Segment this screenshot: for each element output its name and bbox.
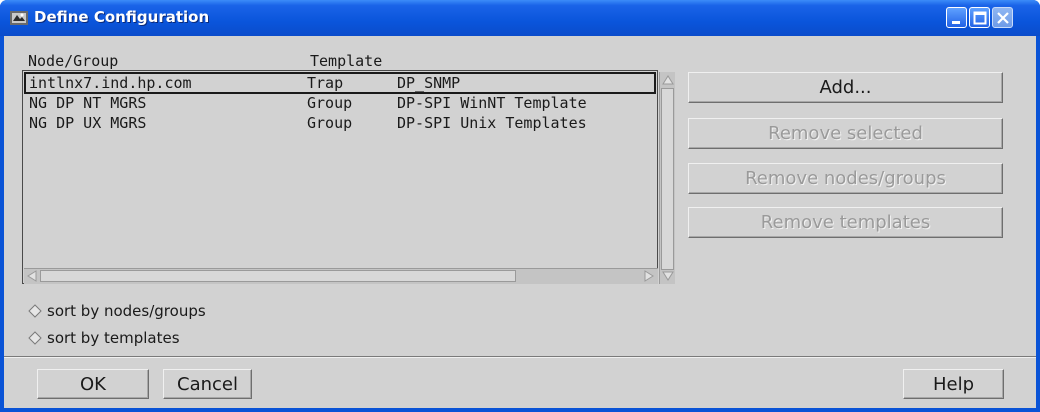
define-configuration-window: Define Configuration Node/Group Template… [0, 0, 1040, 412]
help-button[interactable]: Help [903, 369, 1004, 399]
remove-selected-button[interactable]: Remove selected [688, 118, 1003, 149]
title-bar[interactable]: Define Configuration [0, 0, 1040, 36]
scroll-right-icon[interactable] [642, 269, 656, 283]
column-header-node-group: Node/Group [28, 52, 119, 70]
row-node: intlnx7.ind.hp.com [29, 74, 192, 92]
row-node: NG DP NT MGRS [29, 94, 147, 112]
row-type: Group [307, 94, 353, 112]
radio-diamond-icon [28, 304, 42, 318]
add-button[interactable]: Add... [688, 72, 1003, 103]
list-row[interactable]: NG DP NT MGRS Group DP-SPI WinNT Templat… [25, 93, 655, 113]
sort-by-nodes-radio[interactable]: sort by nodes/groups [28, 301, 206, 321]
horizontal-scroll-thumb[interactable] [40, 270, 516, 282]
vertical-scrollbar[interactable] [659, 72, 675, 284]
remove-templates-button[interactable]: Remove templates [688, 207, 1003, 238]
cancel-button[interactable]: Cancel [163, 369, 252, 399]
column-header-template: Template [310, 52, 383, 70]
sort-by-nodes-label: sort by nodes/groups [47, 302, 206, 320]
maximize-button[interactable] [969, 7, 990, 28]
list-row[interactable]: intlnx7.ind.hp.com Trap DP_SNMP [24, 72, 656, 94]
minimize-button[interactable] [946, 7, 967, 28]
row-node: NG DP UX MGRS [29, 114, 147, 132]
radio-diamond-icon [28, 331, 42, 345]
dialog-body: Node/Group Template intlnx7.ind.hp.com T… [4, 36, 1036, 408]
scroll-up-icon[interactable] [661, 73, 675, 87]
sort-by-templates-radio[interactable]: sort by templates [28, 328, 180, 348]
footer-divider [4, 356, 1036, 358]
remove-nodes-groups-button[interactable]: Remove nodes/groups [688, 163, 1003, 194]
scroll-left-icon[interactable] [25, 269, 39, 283]
row-template: DP_SNMP [397, 74, 461, 92]
scroll-down-icon[interactable] [661, 269, 675, 283]
horizontal-scrollbar[interactable] [24, 268, 658, 284]
row-template: DP-SPI WinNT Template [397, 94, 587, 112]
application-icon [10, 10, 28, 26]
vertical-scroll-thumb[interactable] [661, 88, 674, 270]
configuration-list[interactable]: intlnx7.ind.hp.com Trap DP_SNMP NG DP NT… [22, 70, 675, 284]
row-type: Group [307, 114, 353, 132]
row-template: DP-SPI Unix Templates [397, 114, 587, 132]
list-row[interactable]: NG DP UX MGRS Group DP-SPI Unix Template… [25, 113, 655, 133]
window-title: Define Configuration [34, 8, 210, 26]
row-type: Trap [307, 74, 344, 92]
sort-by-templates-label: sort by templates [47, 329, 180, 347]
ok-button[interactable]: OK [37, 369, 149, 399]
close-button[interactable] [992, 7, 1013, 28]
